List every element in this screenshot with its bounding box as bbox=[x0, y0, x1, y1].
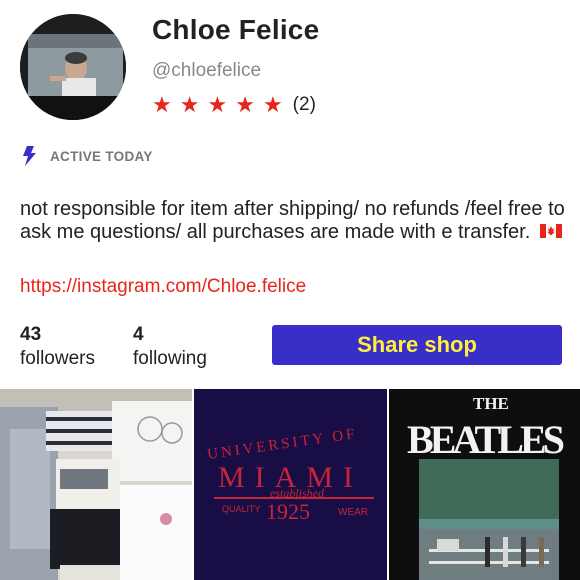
bio-text: not responsible for item after shipping/… bbox=[20, 198, 565, 243]
star-icon: ★ bbox=[152, 92, 172, 117]
avatar-photo bbox=[20, 14, 126, 120]
listing-grid: UNIVERSITY OF MIAMI QUALITY established … bbox=[0, 389, 580, 580]
share-shop-button[interactable]: Share shop bbox=[272, 325, 562, 365]
listing-tile-1[interactable] bbox=[0, 389, 192, 580]
shop-name: Chloe Felice bbox=[152, 14, 320, 45]
shirt-text-the: THE bbox=[473, 394, 509, 413]
lightning-bolt-icon bbox=[23, 146, 36, 166]
shirt-text-quality: QUALITY bbox=[222, 504, 261, 514]
shirt-text-established: established bbox=[270, 486, 325, 500]
canada-flag-icon bbox=[539, 223, 562, 238]
star-icon: ★ bbox=[207, 92, 228, 117]
shirt-text-wear: WEAR bbox=[338, 507, 368, 518]
folded-clothes-photo bbox=[0, 389, 192, 580]
shop-handle: @chloefelice bbox=[152, 60, 262, 81]
rating[interactable]: ★ ★ ★ ★ ★ (2) bbox=[152, 92, 316, 118]
university-of-miami-shirt-photo: UNIVERSITY OF MIAMI QUALITY established … bbox=[194, 389, 387, 580]
shirt-text-1925: 1925 bbox=[266, 499, 310, 524]
instagram-link[interactable]: https://instagram.com/Chloe.felice bbox=[20, 276, 306, 298]
beatles-shirt-photo: THE BEATLES bbox=[389, 389, 580, 580]
star-icon: ★ bbox=[179, 92, 200, 117]
followers-stat[interactable]: 43 followers bbox=[20, 324, 95, 372]
rating-count: (2) bbox=[292, 94, 316, 115]
following-count: 4 bbox=[133, 324, 144, 345]
listing-tile-2[interactable]: UNIVERSITY OF MIAMI QUALITY established … bbox=[194, 389, 387, 580]
followers-label: followers bbox=[20, 348, 95, 369]
following-stat[interactable]: 4 following bbox=[133, 324, 207, 372]
following-label: following bbox=[133, 348, 207, 369]
avatar[interactable] bbox=[20, 14, 126, 120]
active-status: ACTIVE TODAY bbox=[22, 146, 153, 166]
star-icon: ★ bbox=[235, 92, 255, 117]
listing-tile-3[interactable]: THE BEATLES bbox=[389, 389, 580, 580]
active-status-label: ACTIVE TODAY bbox=[50, 148, 153, 164]
shirt-text-beatles: BEATLES bbox=[407, 417, 565, 462]
followers-count: 43 bbox=[20, 324, 42, 345]
star-icon: ★ bbox=[262, 92, 283, 117]
shop-bio: not responsible for item after shipping/… bbox=[20, 198, 565, 244]
